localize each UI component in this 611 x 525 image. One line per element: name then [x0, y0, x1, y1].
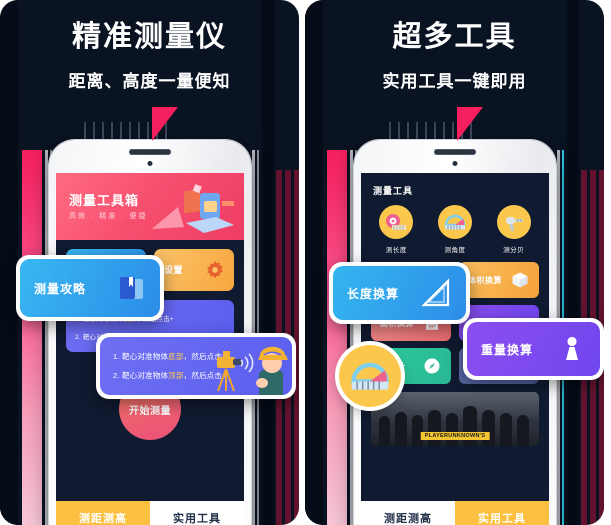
section-header-measure-tools: 测量工具	[373, 186, 414, 196]
floating-card-measure-guide[interactable]: 测量攻略	[16, 255, 164, 321]
protractor-icon	[351, 362, 389, 390]
floating-steps-inner: 1. 靶心对准物体底部，然后点击+ 2. 靶心对准物体顶部，然后点击+	[100, 337, 292, 395]
page-title: 精准测量仪	[71, 21, 227, 53]
quick-tool-decibel[interactable]: 测分贝	[484, 205, 543, 254]
floating-card-length-convert[interactable]: 长度换算	[329, 262, 470, 324]
headline-block: 超多工具 实用工具一键即用	[305, 21, 604, 92]
decibel-drill-icon	[496, 205, 531, 239]
gear-icon	[207, 260, 223, 279]
triangle-ruler-icon	[421, 278, 450, 307]
floating-card-label: 重量换算	[481, 342, 534, 357]
bg-pink-gradient-bar	[22, 150, 42, 525]
bg-grey-line-1	[350, 150, 353, 525]
card-label: 设置	[164, 265, 184, 275]
tool-card-volume-convert[interactable]: 体积换算	[459, 262, 539, 298]
panel-measure: 精准测量仪 距离、高度一量便知 测量工具箱 高效 · 精准 · 便捷 设置 2.…	[0, 0, 299, 525]
quick-tool-label: 测长度	[385, 247, 407, 254]
floating-card-label: 测量攻略	[34, 281, 87, 296]
pink-pointer-triangle	[457, 107, 483, 141]
app-store-screenshot-pair: 精准测量仪 距离、高度一量便知 测量工具箱 高效 · 精准 · 便捷 设置 2.…	[0, 0, 611, 525]
promo-figure	[482, 410, 495, 446]
card-settings[interactable]: 设置	[154, 249, 234, 291]
svg-text:m²: m²	[429, 325, 436, 331]
promo-figure	[500, 413, 512, 446]
front-camera-icon	[147, 161, 153, 166]
weight-icon	[566, 336, 578, 360]
floating-card-inner: 重量换算	[467, 322, 600, 376]
floating-badge-protractor[interactable]	[339, 345, 401, 407]
tab-distance-height[interactable]: 测距测高	[56, 501, 150, 525]
floating-card-steps[interactable]: 1. 靶心对准物体底部，然后点击+ 2. 靶心对准物体顶部，然后点击+	[96, 333, 296, 399]
speaker-grill	[434, 149, 476, 155]
phone-top-bezel	[354, 140, 556, 173]
promo-figure	[428, 410, 441, 446]
promo-tag: PLAYERUNKNOWN'S	[420, 432, 490, 440]
tool-card-label: 体积换算	[468, 275, 502, 285]
compass-icon	[424, 358, 440, 374]
promo-figure	[463, 406, 477, 446]
promo-banner[interactable]: 测量工具箱 高效 · 精准 · 便捷	[56, 173, 244, 240]
headline-block: 精准测量仪 距离、高度一量便知	[0, 21, 299, 92]
banner-title: 测量工具箱	[69, 193, 140, 208]
promo-figure	[379, 416, 390, 446]
game-promo-banner[interactable]: PLAYERUNKNOWN'S	[371, 392, 539, 446]
quick-tool-length[interactable]: 测长度	[367, 205, 426, 254]
floating-card-inner: 测量攻略	[20, 259, 160, 317]
promo-figure	[517, 415, 529, 446]
quick-tool-label: 测分贝	[503, 247, 525, 254]
front-camera-icon	[452, 161, 458, 166]
banner-subtitle: 高效 · 精准 · 便捷	[69, 213, 148, 220]
tab-distance-height[interactable]: 测距测高	[361, 501, 455, 525]
floating-card-inner: 长度换算	[333, 266, 466, 320]
quick-tool-label: 测角度	[444, 247, 466, 254]
tab-utility-tools[interactable]: 实用工具	[455, 501, 549, 525]
tape-measure-icon	[379, 205, 414, 239]
protractor-icon	[438, 205, 472, 239]
pink-pointer-triangle	[152, 107, 178, 141]
quick-tool-angle[interactable]: 测角度	[426, 205, 485, 254]
speaker-grill	[129, 149, 171, 155]
toolbox-illustration	[152, 184, 234, 233]
quick-tools-row: 测长度 测角度 测分贝	[361, 197, 549, 254]
panel-tools: 超多工具 实用工具一键即用 测量工具 测长度 测角度 测分贝 体积换算 m² P…	[305, 0, 604, 525]
book-icon	[120, 277, 143, 299]
bg-pink-gradient-bar	[327, 150, 347, 525]
cube-icon	[512, 272, 528, 288]
page-title: 超多工具	[392, 21, 517, 53]
tab-utility-tools[interactable]: 实用工具	[150, 501, 244, 525]
page-subtitle: 距离、高度一量便知	[68, 71, 231, 91]
bg-grey-line-1	[45, 150, 48, 525]
page-subtitle: 实用工具一键即用	[382, 71, 527, 91]
bottom-tab-bar: 测距测高 实用工具	[56, 501, 244, 525]
promo-figure	[395, 412, 407, 446]
promo-figure	[446, 413, 458, 446]
phone-top-bezel	[49, 140, 251, 173]
floating-card-label: 长度换算	[347, 286, 400, 301]
bottom-tab-bar: 测距测高 实用工具	[361, 501, 549, 525]
floating-card-weight-convert[interactable]: 重量换算	[463, 318, 604, 380]
promo-figure	[412, 415, 423, 446]
surveyor-illustration	[217, 346, 288, 395]
